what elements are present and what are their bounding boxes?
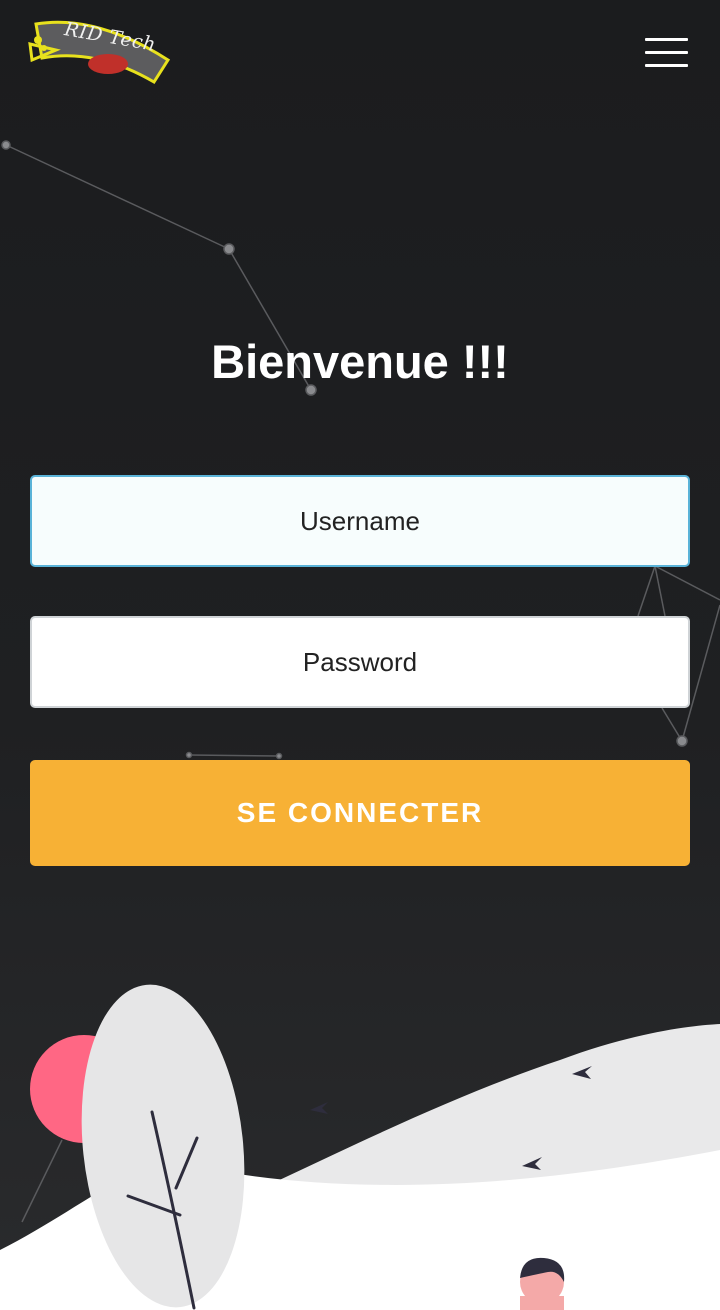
person-figure — [520, 1257, 565, 1310]
username-input[interactable] — [30, 475, 690, 567]
hamburger-menu-icon[interactable] — [642, 36, 690, 70]
login-button[interactable]: SE CONNECTER — [30, 760, 690, 866]
password-input[interactable] — [30, 616, 690, 708]
page-title: Bienvenue !!! — [211, 335, 509, 388]
rid-tech-logo[interactable]: RID Tech — [26, 14, 176, 86]
